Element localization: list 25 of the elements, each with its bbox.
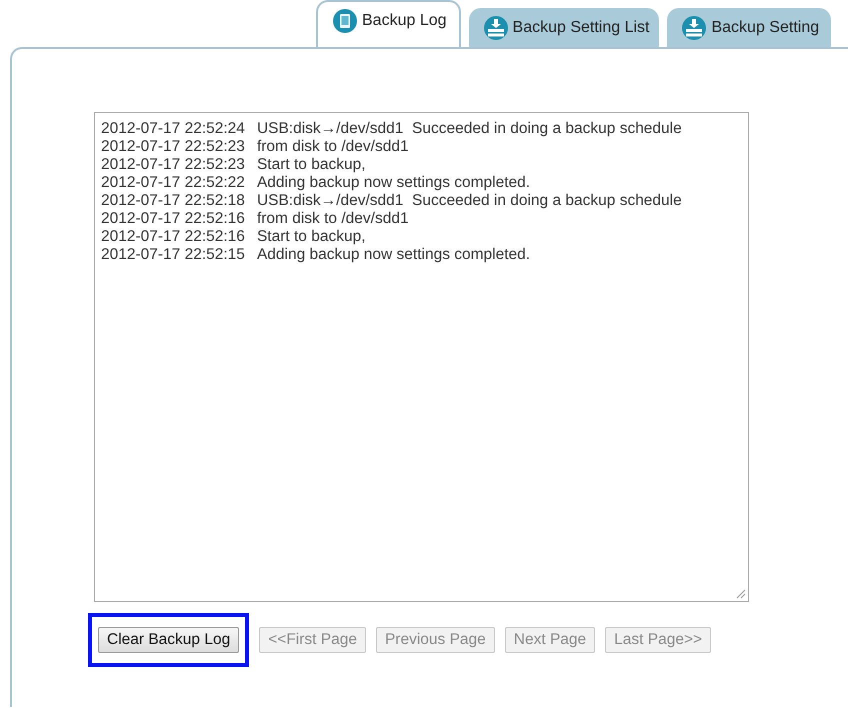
button[interactable]: Clear Backup Log [98, 627, 240, 653]
log-timestamp: 2012-07-17 22:52:15 [101, 246, 245, 264]
log-timestamp: 2012-07-17 22:52:24 [101, 120, 245, 138]
log-message: Start to backup, [256, 228, 366, 246]
log-message: USB:disk→/dev/sdd1 Succeeded in doing a backup schedule [256, 192, 682, 210]
log-timestamp: 2012-07-17 22:52:23 [101, 156, 245, 174]
log-message: USB:disk→/dev/sdd1 Succeeded in doing a backup schedule [256, 120, 682, 138]
log-timestamp: 2012-07-17 22:52:23 [101, 138, 245, 156]
log-timestamp: 2012-07-17 22:52:22 [101, 174, 245, 192]
log-message: from disk to /dev/sdd1 [256, 138, 409, 156]
tab[interactable]: Backup Setting List [468, 8, 660, 47]
download-icon [681, 14, 708, 40]
document-icon [332, 8, 358, 34]
log-message: from disk to /dev/sdd1 [256, 210, 409, 228]
log-message: Adding backup now settings completed. [256, 174, 530, 192]
log-timestamp: 2012-07-17 22:52:18 [101, 192, 245, 210]
log-timestamp: 2012-07-17 22:52:16 [101, 210, 245, 228]
resize-grip-icon[interactable] [736, 589, 746, 599]
tab[interactable]: Backup Log [316, 0, 461, 47]
log-message: Start to backup, [256, 156, 366, 174]
log-message: Adding backup now settings completed. [256, 246, 530, 264]
log-timestamp: 2012-07-17 22:52:16 [101, 228, 245, 246]
log-text-area[interactable] [94, 112, 749, 602]
download-icon [482, 14, 509, 40]
tab[interactable]: Backup Setting [667, 8, 832, 47]
